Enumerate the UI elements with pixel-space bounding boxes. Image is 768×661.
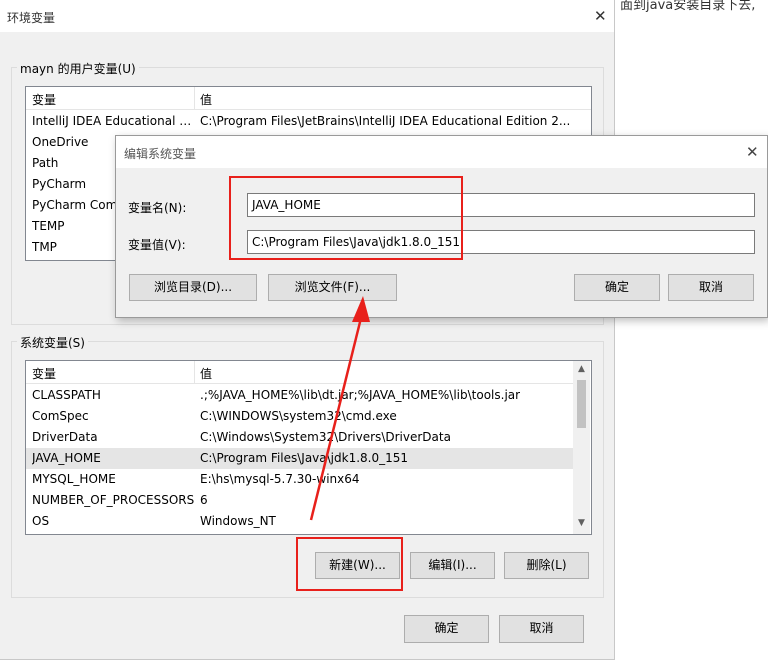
- scroll-down-icon[interactable]: ▼: [573, 518, 590, 528]
- variable-value-label: 变量值(V):: [128, 238, 186, 252]
- column-header-value[interactable]: 值: [200, 91, 212, 108]
- list-header: 变量 值: [26, 87, 591, 110]
- close-icon[interactable]: ✕: [594, 7, 607, 25]
- system-variables-list[interactable]: 变量 值 CLASSPATH .;%JAVA_HOME%\lib\dt.jar;%…: [25, 360, 592, 535]
- delete-variable-button[interactable]: 删除(L): [504, 552, 589, 579]
- dialog-title: 编辑系统变量: [124, 147, 197, 161]
- table-row-selected[interactable]: JAVA_HOME C:\Program Files\Java\jdk1.8.0_…: [26, 448, 573, 469]
- list-header: 变量 值: [26, 361, 573, 384]
- system-variables-label: 系统变量(S): [17, 334, 88, 351]
- table-row[interactable]: CLASSPATH .;%JAVA_HOME%\lib\dt.jar;%JAVA_…: [26, 385, 573, 406]
- column-header-value[interactable]: 值: [200, 365, 212, 382]
- scroll-thumb[interactable]: [577, 380, 586, 428]
- background-article-text: 面到java安装目录下去,: [620, 0, 756, 13]
- variable-name-label: 变量名(N):: [128, 201, 187, 215]
- table-row[interactable]: NUMBER_OF_PROCESSORS 6: [26, 490, 573, 511]
- table-row[interactable]: OS Windows_NT: [26, 511, 573, 532]
- edit-variable-button[interactable]: 编辑(I)...: [410, 552, 495, 579]
- dialog-titlebar: 编辑系统变量 ✕: [116, 136, 767, 168]
- table-row[interactable]: MYSQL_HOME E:\hs\mysql-5.7.30-winx64: [26, 469, 573, 490]
- annotation-highlight-box-new: [296, 537, 403, 591]
- browse-directory-button[interactable]: 浏览目录(D)...: [129, 274, 257, 301]
- cancel-button[interactable]: 取消: [499, 615, 584, 643]
- close-icon[interactable]: ✕: [746, 143, 759, 161]
- browse-file-button[interactable]: 浏览文件(F)...: [268, 274, 397, 301]
- ok-button[interactable]: 确定: [404, 615, 489, 643]
- user-variables-label: mayn 的用户变量(U): [17, 60, 139, 77]
- table-row[interactable]: ComSpec C:\WINDOWS\system32\cmd.exe: [26, 406, 573, 427]
- table-row[interactable]: DriverData C:\Windows\System32\Drivers\Dr…: [26, 427, 573, 448]
- vertical-scrollbar[interactable]: ▲ ▼: [573, 361, 590, 534]
- column-header-variable[interactable]: 变量: [32, 365, 56, 382]
- window-title: 环境变量: [7, 11, 56, 25]
- dialog-cancel-button[interactable]: 取消: [668, 274, 754, 301]
- dialog-ok-button[interactable]: 确定: [574, 274, 660, 301]
- scroll-up-icon[interactable]: ▲: [573, 364, 590, 374]
- annotation-highlight-box-fields: [229, 176, 463, 260]
- column-header-variable[interactable]: 变量: [32, 91, 56, 108]
- list-item[interactable]: IntelliJ IDEA Educational E... C:\Program…: [26, 111, 591, 132]
- window-titlebar: 环境变量 ✕: [0, 0, 614, 32]
